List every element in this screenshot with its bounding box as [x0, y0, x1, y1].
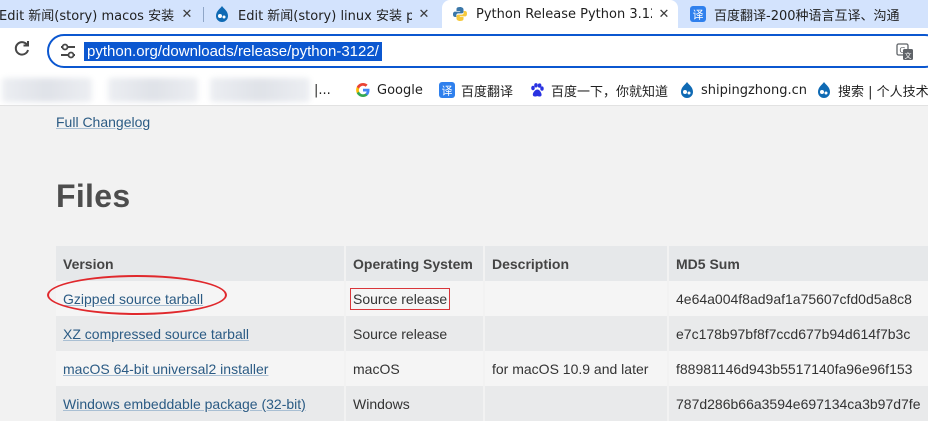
site-info-icon[interactable]	[59, 43, 77, 59]
table-row: macOS 64-bit universal2 installer macOS …	[56, 351, 928, 386]
python-logo-icon	[452, 6, 468, 22]
google-icon	[355, 82, 371, 98]
tab-title: Edit 新闻(story) linux 安装 pyt	[238, 8, 412, 24]
files-heading: Files	[56, 178, 131, 214]
column-header-md5: MD5 Sum	[668, 246, 928, 281]
bookmark-label: 百度一下，你就知道	[551, 84, 669, 100]
md5-cell: 787d286b66a3594e697134ca3b97d7fe	[668, 386, 928, 421]
md5-cell: e7c178b97bf8f7ccd677b94d614f7b3c	[668, 316, 928, 351]
table-header-row: Version Operating System Description MD5…	[56, 246, 928, 281]
version-cell: macOS 64-bit universal2 installer	[56, 351, 346, 386]
os-cell: Source release	[345, 281, 485, 316]
download-link[interactable]: Windows embeddable package (32-bit)	[63, 396, 306, 412]
tab-strip: Edit 新闻(story) macos 安装 p ✕ Edit 新闻(stor…	[0, 0, 928, 28]
tab-close-icon[interactable]: ✕	[179, 7, 195, 22]
drupal-drop-icon	[214, 6, 230, 22]
version-cell: Windows embeddable package (32-bit)	[56, 386, 346, 421]
column-header-description: Description	[484, 246, 669, 281]
svg-text:文: 文	[905, 51, 912, 60]
highlighted-os-text: Source release	[349, 287, 451, 310]
tab-python-release[interactable]: Python Release Python 3.12.2 ✕	[442, 0, 678, 28]
md5-cell: f88981146d943b5517140fa96e96f153	[668, 351, 928, 386]
bookmark-label: 搜索 | 个人技术网	[838, 84, 928, 100]
description-cell	[484, 386, 669, 421]
svg-text:译: 译	[442, 85, 453, 98]
baidu-translate-icon: 译	[439, 82, 455, 98]
drupal-drop-icon	[679, 82, 695, 98]
tab-baidu-translate[interactable]: 译 百度翻译-200种语言互译、沟通	[690, 0, 928, 28]
redacted-bookmark	[2, 78, 92, 102]
baidu-paw-icon	[529, 82, 545, 98]
download-link[interactable]: macOS 64-bit universal2 installer	[63, 361, 268, 377]
redacted-bookmark	[108, 78, 198, 102]
baidu-translate-icon: 译	[690, 6, 706, 22]
bookmark-truncated[interactable]: |...	[314, 74, 331, 106]
bookmark-search-personal-tech[interactable]: 搜索 | 个人技术网	[816, 74, 928, 106]
browser-toolbar: python.org/downloads/release/python-3122…	[0, 28, 928, 74]
tab-edit-story-linux[interactable]: Edit 新闻(story) linux 安装 pyt ✕	[214, 0, 432, 28]
column-header-os: Operating System	[345, 246, 485, 281]
tab-title: 百度翻译-200种语言互译、沟通	[714, 8, 900, 24]
google-translate-icon[interactable]: G文	[896, 43, 914, 61]
bookmark-google[interactable]: Google	[355, 74, 423, 106]
bookmark-baidu-translate[interactable]: 译 百度翻译	[439, 74, 513, 106]
table-row: XZ compressed source tarball Source rele…	[56, 316, 928, 351]
drupal-drop-icon	[816, 82, 832, 98]
tab-separator	[203, 7, 204, 22]
tab-close-icon[interactable]: ✕	[416, 7, 432, 22]
bookmark-baidu[interactable]: 百度一下，你就知道	[529, 74, 668, 106]
bookmark-label: shipingzhong.cn	[701, 82, 808, 98]
files-table: Version Operating System Description MD5…	[56, 246, 928, 421]
column-header-version: Version	[56, 246, 346, 281]
description-cell	[484, 281, 669, 316]
tab-title: Edit 新闻(story) macos 安装 p	[0, 8, 175, 24]
tab-title: Python Release Python 3.12.2	[476, 6, 652, 22]
description-cell	[484, 316, 669, 351]
version-cell: XZ compressed source tarball	[56, 316, 346, 351]
os-cell: macOS	[345, 351, 485, 386]
full-changelog-link[interactable]: Full Changelog	[56, 114, 150, 130]
description-cell: for macOS 10.9 and later	[484, 351, 669, 386]
page-content: Full Changelog Files Version Operating S…	[0, 107, 928, 421]
address-bar[interactable]: python.org/downloads/release/python-3122…	[47, 34, 928, 68]
tab-edit-story-macos[interactable]: Edit 新闻(story) macos 安装 p ✕	[0, 0, 195, 28]
table-row: Windows embeddable package (32-bit) Wind…	[56, 386, 928, 421]
bookmark-label: Google	[377, 82, 423, 98]
os-cell: Source release	[345, 316, 485, 351]
bookmark-label: 百度翻译	[461, 84, 514, 100]
url-text[interactable]: python.org/downloads/release/python-3122…	[84, 42, 382, 61]
reload-icon[interactable]	[12, 40, 32, 60]
download-link[interactable]: XZ compressed source tarball	[63, 326, 249, 342]
bookmark-label: |...	[314, 82, 331, 98]
tab-close-icon[interactable]: ✕	[656, 7, 672, 22]
bookmark-shipingzhong[interactable]: shipingzhong.cn	[679, 74, 807, 106]
os-cell: Windows	[345, 386, 485, 421]
svg-text:译: 译	[693, 9, 704, 22]
redacted-bookmark	[210, 78, 310, 102]
version-cell: Gzipped source tarball	[56, 281, 346, 316]
bookmarks-bar: |... Google 译 百度翻译 百度一下，你就知道 shipingzhon…	[0, 74, 928, 106]
md5-cell: 4e64a004f8ad9af1a75607cfd0d5a8c8	[668, 281, 928, 316]
download-link[interactable]: Gzipped source tarball	[63, 291, 203, 307]
table-row: Gzipped source tarball Source release 4e…	[56, 281, 928, 316]
